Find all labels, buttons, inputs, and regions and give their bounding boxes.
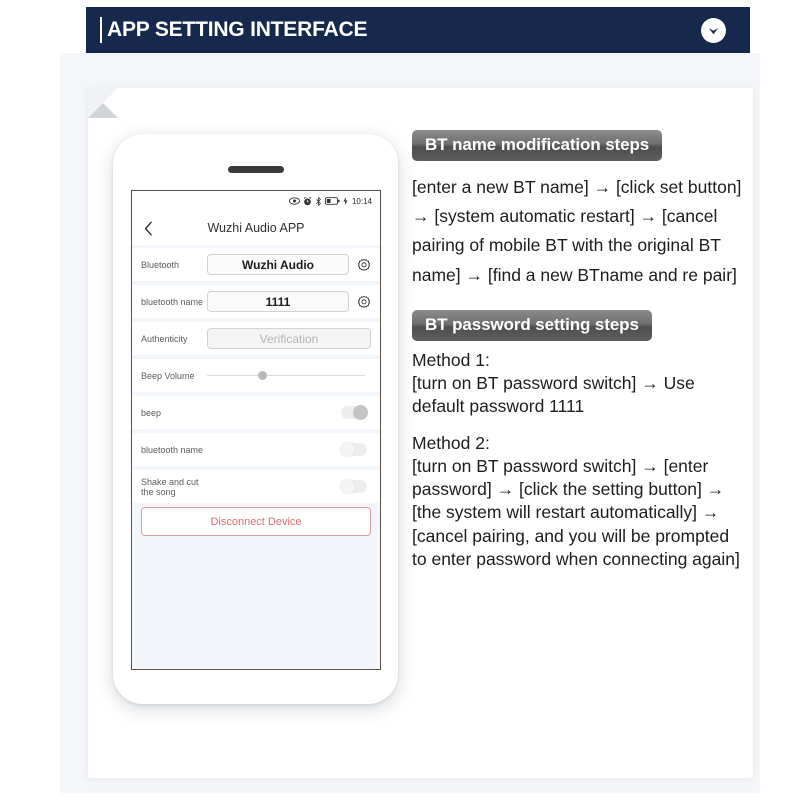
status-time: 10:14 — [351, 196, 372, 206]
alarm-clock-icon — [303, 196, 312, 206]
chevron-left-icon[interactable] — [144, 221, 153, 236]
row-authenticity: Authenticity Verification — [132, 322, 380, 355]
row-label: Authenticity — [141, 333, 188, 344]
beep-volume-slider[interactable] — [207, 367, 371, 385]
bt-password-method2: Method 2: [turn on BT password switch] →… — [412, 433, 740, 569]
bluetooth-device-field[interactable]: Wuzhi Audio — [207, 254, 349, 275]
row-bluetooth-name-toggle: bluetooth name — [132, 433, 380, 466]
slider-track — [207, 374, 365, 377]
chevron-down-icon[interactable] — [701, 17, 726, 43]
bluetooth-name-field[interactable]: 1111 — [207, 291, 349, 312]
verification-field[interactable]: Verification — [207, 328, 371, 349]
toggle-knob — [340, 442, 355, 457]
header-accent-bar — [100, 17, 102, 43]
bt-password-method1: Method 1: [turn on BT password switch] →… — [412, 349, 695, 417]
slider-knob[interactable] — [257, 371, 267, 380]
app-titlebar: Wuzhi Audio APP — [132, 211, 380, 245]
row-label: Bluetooth — [141, 259, 180, 270]
row-shake-cut-song: Shake and cut the song — [132, 470, 380, 503]
bt-name-badge-wrap: BT name modification steps — [412, 130, 742, 161]
toggle-wrap — [207, 479, 371, 494]
toggle-knob — [340, 479, 355, 494]
card-fold-corner — [88, 88, 118, 118]
row-bluetooth-name: bluetooth name 1111 — [132, 285, 380, 318]
shake-cut-song-toggle[interactable] — [340, 479, 367, 494]
disconnect-row: Disconnect Device — [132, 507, 380, 536]
status-bar: 10:14 — [132, 191, 380, 211]
disconnect-device-button[interactable]: Disconnect Device — [141, 507, 371, 536]
phone-speaker — [227, 166, 284, 173]
row-beep-volume: Beep Volume — [132, 359, 380, 392]
phone-mockup: 10:14 Wuzhi Audio APP Bluetooth Wuzhi Au… — [113, 134, 398, 704]
eye-icon — [289, 197, 300, 205]
battery-icon — [324, 197, 340, 205]
bt-password-badge-wrap: BT password setting steps — [412, 309, 742, 341]
bluetooth-name-toggle[interactable] — [340, 442, 367, 457]
instructions-column: BT name modification steps [enter a new … — [412, 130, 742, 571]
app-title: Wuzhi Audio APP — [207, 221, 305, 235]
row-label: Shake and cut the song — [141, 476, 199, 497]
gear-icon[interactable] — [357, 258, 371, 272]
settings-rows: Bluetooth Wuzhi Audio bluetooth name 111… — [132, 245, 380, 536]
beep-toggle[interactable] — [341, 405, 368, 420]
gear-icon[interactable] — [357, 295, 371, 309]
row-bluetooth: Bluetooth Wuzhi Audio — [132, 248, 380, 281]
row-label: bluetooth name — [141, 296, 204, 307]
toggle-wrap — [207, 442, 371, 457]
toggle-knob — [353, 405, 368, 420]
row-label: beep — [141, 407, 162, 418]
charging-bolt-icon — [343, 197, 348, 205]
row-beep: beep — [132, 396, 380, 429]
row-label: bluetooth name — [141, 444, 204, 455]
bt-password-steps-badge: BT password setting steps — [412, 309, 652, 341]
toggle-wrap — [207, 405, 371, 420]
bt-name-steps-body: [enter a new BT name] → [click set butto… — [412, 177, 742, 285]
bluetooth-icon — [315, 196, 322, 206]
row-label: Beep Volume — [141, 370, 195, 381]
phone-screen: 10:14 Wuzhi Audio APP Bluetooth Wuzhi Au… — [131, 190, 381, 670]
bt-name-steps-badge: BT name modification steps — [412, 130, 663, 161]
header-bar: APP SETTING INTERFACE — [86, 7, 750, 53]
page-root: APP SETTING INTERFACE 10:14 Wuzhi Audio … — [0, 0, 800, 800]
page-title: APP SETTING INTERFACE — [107, 18, 368, 41]
